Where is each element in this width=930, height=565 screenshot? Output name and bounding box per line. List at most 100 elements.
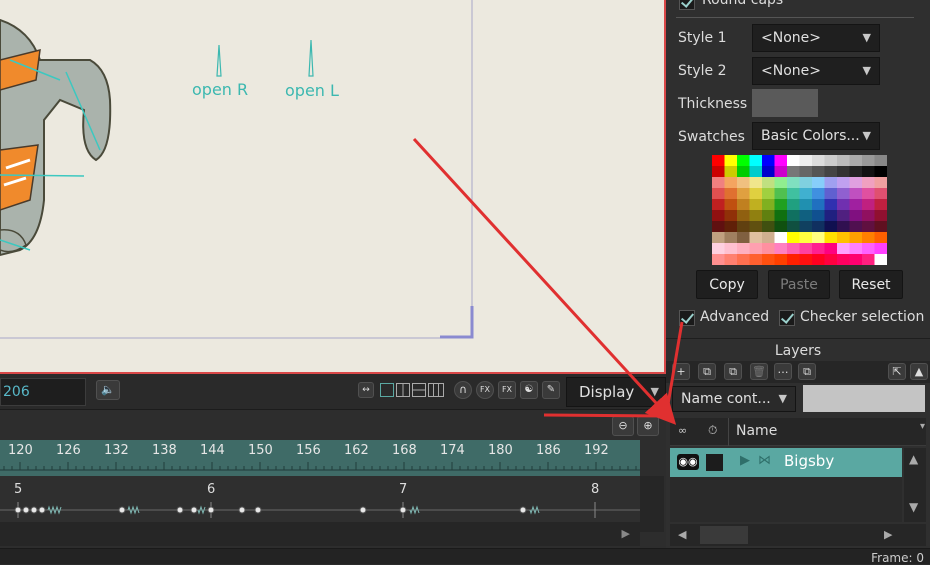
- view-single-icon[interactable]: [380, 383, 394, 397]
- color-swatch: [874, 254, 887, 265]
- layers-hscroll[interactable]: ◀ ▶: [670, 524, 926, 546]
- color-swatch: [874, 199, 887, 210]
- chevron-down-icon: ▼: [862, 64, 871, 77]
- keyframe-dot: [176, 506, 184, 514]
- copy-button[interactable]: Copy: [696, 270, 758, 299]
- timer-icon[interactable]: ⏱: [708, 423, 717, 438]
- ruler-tick-label: 174: [440, 443, 465, 458]
- scroll-right-icon[interactable]: ▶: [622, 527, 630, 540]
- color-swatch: [762, 199, 775, 210]
- color-swatch-grid[interactable]: [712, 155, 887, 265]
- layers-vscroll[interactable]: ▲ ▼: [904, 448, 926, 522]
- brush-icon[interactable]: ✎: [542, 381, 560, 399]
- layer-name[interactable]: Bigsby: [784, 452, 834, 470]
- layer-color-icon[interactable]: [706, 454, 723, 471]
- color-swatch: [737, 188, 750, 199]
- color-swatch: [774, 254, 787, 265]
- color-swatch: [712, 232, 725, 243]
- color-swatch: [724, 243, 737, 254]
- paste-button[interactable]: Paste: [768, 270, 830, 299]
- color-swatch: [799, 221, 812, 232]
- chevron-down-icon: ▼: [862, 129, 871, 142]
- color-swatch: [749, 232, 762, 243]
- fx-frame-icon[interactable]: FX: [498, 381, 516, 399]
- style1-dropdown[interactable]: <None> ▼: [752, 24, 880, 52]
- duplicate-layer-icon[interactable]: ⧉: [698, 363, 716, 380]
- color-swatch: [862, 188, 875, 199]
- advanced-checkbox[interactable]: [679, 310, 695, 326]
- thickness-label: Thickness: [678, 96, 748, 112]
- new-layer-icon[interactable]: +: [672, 363, 690, 380]
- color-swatch: [774, 177, 787, 188]
- style2-dropdown[interactable]: <None> ▼: [752, 57, 880, 85]
- layer-search-input[interactable]: [803, 385, 925, 412]
- layer-properties-icon[interactable]: ⧉: [798, 363, 816, 380]
- pin-icon[interactable]: ⇱: [888, 363, 906, 380]
- frame-field[interactable]: 206: [0, 378, 86, 406]
- link-icon[interactable]: ∞: [678, 424, 687, 437]
- scroll-right-icon[interactable]: ▶: [884, 528, 892, 541]
- display-dropdown[interactable]: Display ▼: [566, 377, 666, 407]
- fit-width-icon[interactable]: ↔: [358, 382, 374, 398]
- layer-filter-dropdown[interactable]: Name cont... ▼: [672, 386, 796, 412]
- canvas-area[interactable]: open R open L: [0, 0, 666, 374]
- color-swatch: [874, 155, 887, 166]
- color-swatch: [787, 232, 800, 243]
- chevron-down-icon: ▼: [778, 392, 787, 405]
- fx-icon[interactable]: FX: [476, 381, 494, 399]
- scroll-down-icon[interactable]: ▼: [909, 500, 918, 514]
- color-swatch: [737, 210, 750, 221]
- color-swatch: [874, 232, 887, 243]
- color-swatch: [874, 166, 887, 177]
- timeline-hscroll[interactable]: ▶: [0, 522, 640, 546]
- sound-icon[interactable]: 🔈: [96, 380, 120, 400]
- color-swatch: [774, 199, 787, 210]
- color-swatch: [787, 166, 800, 177]
- layers-empty-area[interactable]: [670, 477, 902, 522]
- collapse-icon[interactable]: ▲: [910, 363, 928, 380]
- color-swatch: [762, 243, 775, 254]
- mask-icon[interactable]: ☯: [520, 381, 538, 399]
- onion-skin-icon[interactable]: ∩: [454, 381, 472, 399]
- color-swatch: [712, 199, 725, 210]
- delete-layer-icon[interactable]: 🗑: [750, 363, 768, 380]
- layer-filter-value: Name cont...: [681, 391, 771, 407]
- chevron-down-icon: ▼: [862, 31, 871, 44]
- layer-row[interactable]: ◉◉ ▶ ⋈ Bigsby: [670, 448, 902, 477]
- color-swatch: [824, 199, 837, 210]
- group-layer-icon[interactable]: ⧉: [724, 363, 742, 380]
- view-split-h-icon[interactable]: [412, 383, 426, 397]
- timeline-vscroll[interactable]: [640, 476, 664, 532]
- zoom-out-icon[interactable]: ⊖: [612, 416, 634, 436]
- round-caps-checkbox[interactable]: [679, 0, 695, 10]
- scroll-up-icon[interactable]: ▲: [909, 452, 918, 466]
- color-swatch: [774, 221, 787, 232]
- keyframe-dot: [519, 506, 527, 514]
- ruler-tick-label: 120: [8, 443, 33, 458]
- color-swatch: [837, 221, 850, 232]
- expand-arrow-icon[interactable]: ▶: [740, 453, 750, 468]
- view-split-v-icon[interactable]: [396, 383, 410, 397]
- more-options-icon[interactable]: …: [774, 363, 792, 380]
- zoom-in-icon[interactable]: ⊕: [637, 416, 659, 436]
- column-name[interactable]: Name: [736, 423, 777, 439]
- thickness-field[interactable]: [752, 89, 818, 117]
- ruler-tick-label: 192: [584, 443, 609, 458]
- color-swatch: [824, 188, 837, 199]
- canvas-label-open-r: open R: [192, 80, 249, 99]
- timeline-ruler[interactable]: 120 126 132 138 144 150 156 162 168 174 180 186 192: [0, 440, 640, 476]
- scroll-thumb[interactable]: [700, 526, 748, 544]
- canvas-frame[interactable]: open R open L: [0, 0, 666, 374]
- color-swatch: [762, 232, 775, 243]
- keyframe-dot: [22, 506, 30, 514]
- scroll-left-icon[interactable]: ◀: [678, 528, 686, 541]
- checker-selection-checkbox[interactable]: [779, 310, 795, 326]
- visibility-eye-icon[interactable]: ◉◉: [677, 454, 699, 470]
- color-swatch: [799, 166, 812, 177]
- view-quad-icon[interactable]: [428, 383, 444, 397]
- column-menu-icon[interactable]: ▾: [920, 421, 925, 432]
- reset-button[interactable]: Reset: [839, 270, 903, 299]
- color-swatch: [824, 221, 837, 232]
- color-swatch: [774, 155, 787, 166]
- swatches-dropdown[interactable]: Basic Colors... ▼: [752, 122, 880, 150]
